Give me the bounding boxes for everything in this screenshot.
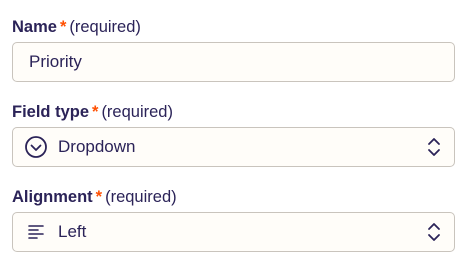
chevron-up-down-icon [426,221,442,243]
field-type-value: Dropdown [58,137,136,156]
field-type-label-row: Field type * (required) [12,101,455,123]
name-required-text: (required) [69,17,141,36]
circle-chevron-down-icon [24,135,48,159]
alignment-required-mark: * [95,187,103,206]
name-label-row: Name * (required) [12,16,455,38]
field-type-required-text: (required) [101,102,173,121]
alignment-label: Alignment [12,187,93,206]
chevron-up-down-icon [426,136,442,158]
alignment-group: Alignment * (required) Left [12,186,455,252]
alignment-required-text: (required) [105,187,177,206]
name-label: Name [12,17,57,36]
alignment-value: Left [58,222,87,241]
name-required-mark: * [59,17,67,36]
field-type-label: Field type [12,102,90,121]
name-field-group: Name * (required) [12,16,455,82]
field-type-required-mark: * [92,102,99,121]
name-input-wrapper [12,42,455,82]
field-type-group: Field type * (required) Dropdown [12,101,455,167]
alignment-select[interactable]: Left [12,212,455,252]
name-input[interactable] [13,43,454,81]
alignment-label-row: Alignment * (required) [12,186,455,208]
align-left-icon [24,220,48,244]
field-type-select[interactable]: Dropdown [12,127,455,167]
